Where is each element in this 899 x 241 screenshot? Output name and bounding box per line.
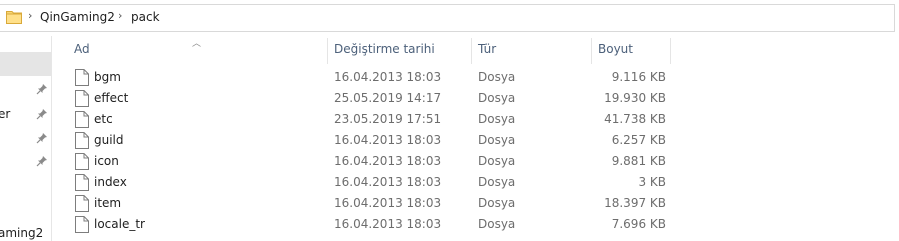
file-name: etc <box>94 112 113 126</box>
file-size: 9.116 KB <box>611 70 666 84</box>
file-type: Dosya <box>478 91 516 105</box>
column-header-size[interactable]: Boyut <box>592 36 670 64</box>
file-date: 16.04.2013 18:03 <box>334 196 442 210</box>
chevron-right-icon[interactable]: › <box>28 9 32 22</box>
file-size: 6.257 KB <box>611 133 666 147</box>
file-date: 16.04.2013 18:03 <box>334 175 442 189</box>
file-name: icon <box>94 154 119 168</box>
file-icon <box>75 69 89 86</box>
file-date: 23.05.2019 17:51 <box>334 112 442 126</box>
file-type: Dosya <box>478 196 516 210</box>
pin-icon <box>36 133 47 144</box>
pin-icon <box>36 109 47 120</box>
pin-icon <box>36 84 47 95</box>
file-row[interactable]: item 16.04.2013 18:03 Dosya 18.397 KB <box>70 193 670 214</box>
nav-item-label[interactable]: er <box>0 107 10 121</box>
column-header-type[interactable]: Tür <box>472 36 590 64</box>
file-row[interactable]: etc 23.05.2019 17:51 Dosya 41.738 KB <box>70 109 670 130</box>
file-name: guild <box>94 133 124 147</box>
file-date: 16.04.2013 18:03 <box>334 133 442 147</box>
file-row[interactable]: index 16.04.2013 18:03 Dosya 3 KB <box>70 172 670 193</box>
column-header-name[interactable]: Ad <box>68 36 326 64</box>
file-date: 16.04.2013 18:03 <box>334 154 442 168</box>
file-icon <box>75 90 89 107</box>
file-icon <box>75 216 89 233</box>
column-header-date[interactable]: Değiştirme tarihi <box>328 36 470 64</box>
file-size: 9.881 KB <box>611 154 666 168</box>
file-name: bgm <box>94 70 121 84</box>
file-icon <box>75 111 89 128</box>
file-type: Dosya <box>478 133 516 147</box>
file-date: 25.05.2019 14:17 <box>334 91 442 105</box>
file-icon <box>75 153 89 170</box>
nav-selected-item[interactable] <box>0 52 52 76</box>
file-size: 3 KB <box>638 175 666 189</box>
nav-item-label[interactable]: aming2 <box>0 226 43 240</box>
column-divider[interactable] <box>670 38 671 64</box>
file-size: 7.696 KB <box>611 217 666 231</box>
file-name: index <box>94 175 127 189</box>
breadcrumb-qingaming2[interactable]: QinGaming2 <box>40 10 115 24</box>
file-name: locale_tr <box>94 217 145 231</box>
file-date: 16.04.2013 18:03 <box>334 70 442 84</box>
file-type: Dosya <box>478 70 516 84</box>
folder-icon <box>6 11 22 24</box>
file-date: 16.04.2013 18:03 <box>334 217 442 231</box>
file-row[interactable]: locale_tr 16.04.2013 18:03 Dosya 7.696 K… <box>70 214 670 235</box>
nav-divider <box>51 36 52 241</box>
file-icon <box>75 174 89 191</box>
file-type: Dosya <box>478 154 516 168</box>
file-row[interactable]: guild 16.04.2013 18:03 Dosya 6.257 KB <box>70 130 670 151</box>
file-row[interactable]: bgm 16.04.2013 18:03 Dosya 9.116 KB <box>70 67 670 88</box>
file-name: item <box>94 196 122 210</box>
breadcrumb-pack[interactable]: pack <box>131 10 160 24</box>
file-type: Dosya <box>478 175 516 189</box>
file-icon <box>75 132 89 149</box>
file-size: 19.930 KB <box>604 91 666 105</box>
file-name: effect <box>94 91 129 105</box>
file-row[interactable]: icon 16.04.2013 18:03 Dosya 9.881 KB <box>70 151 670 172</box>
navigation-pane: er aming2 <box>0 36 58 241</box>
file-type: Dosya <box>478 112 516 126</box>
address-bar[interactable]: › QinGaming2 › pack <box>0 0 899 36</box>
file-size: 41.738 KB <box>604 112 666 126</box>
pin-icon <box>36 156 47 167</box>
file-row[interactable]: effect 25.05.2019 14:17 Dosya 19.930 KB <box>70 88 670 109</box>
file-type: Dosya <box>478 217 516 231</box>
chevron-right-icon[interactable]: › <box>118 9 122 22</box>
file-icon <box>75 195 89 212</box>
file-size: 18.397 KB <box>604 196 666 210</box>
